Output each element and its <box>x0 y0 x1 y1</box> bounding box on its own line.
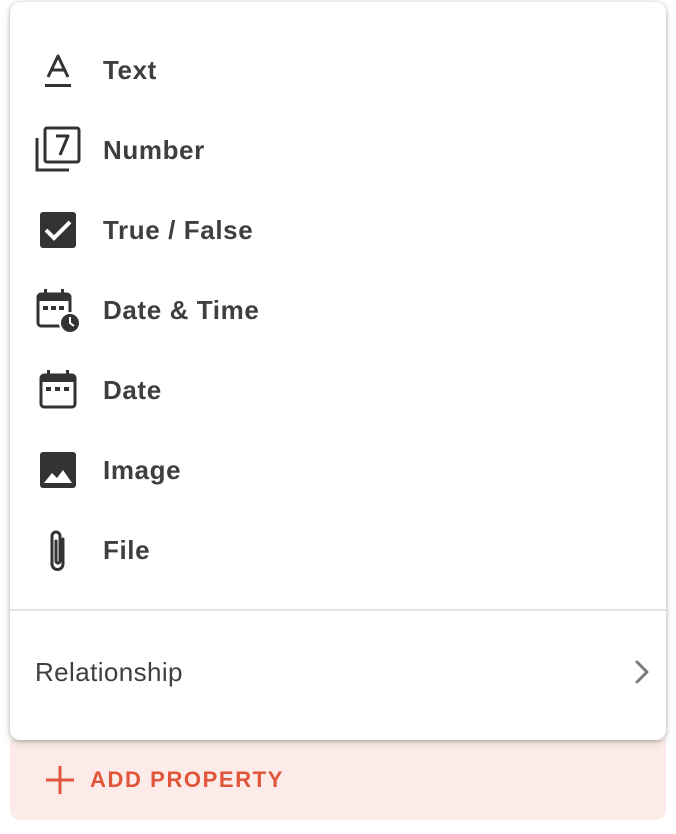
menu-item-relationship[interactable]: Relationship <box>10 632 666 712</box>
menu-divider <box>10 609 666 611</box>
menu-item-number[interactable]: Number <box>10 110 666 190</box>
calendar-icon <box>32 364 84 416</box>
checkbox-icon <box>32 204 84 256</box>
menu-item-label: Number <box>103 134 205 165</box>
menu-item-label: True / False <box>103 214 254 245</box>
plus-icon <box>44 764 76 796</box>
menu-item-image[interactable]: Image <box>10 430 666 510</box>
menu-item-label: Date <box>103 374 162 405</box>
menu-item-label: Text <box>103 54 157 85</box>
menu-item-file[interactable]: File <box>10 510 666 590</box>
menu-item-label: File <box>103 534 151 565</box>
menu-item-label: Date & Time <box>103 294 260 325</box>
paperclip-icon <box>32 524 84 576</box>
calendar-clock-icon <box>32 284 84 336</box>
menu-item-date[interactable]: Date <box>10 350 666 430</box>
number-icon <box>32 124 84 176</box>
menu-item-date-time[interactable]: Date & Time <box>10 270 666 350</box>
add-property-label: ADD PROPERTY <box>90 767 284 792</box>
chevron-right-icon <box>628 656 656 688</box>
menu-item-label: Image <box>103 454 182 485</box>
image-icon <box>32 444 84 496</box>
property-type-menu: Text Number True / False Date & Time Dat… <box>10 2 666 740</box>
add-property-button[interactable]: ADD PROPERTY <box>10 740 666 820</box>
menu-item-text[interactable]: Text <box>10 30 666 110</box>
text-icon <box>32 44 84 96</box>
menu-item-true-false[interactable]: True / False <box>10 190 666 270</box>
relationship-label: Relationship <box>35 656 183 687</box>
